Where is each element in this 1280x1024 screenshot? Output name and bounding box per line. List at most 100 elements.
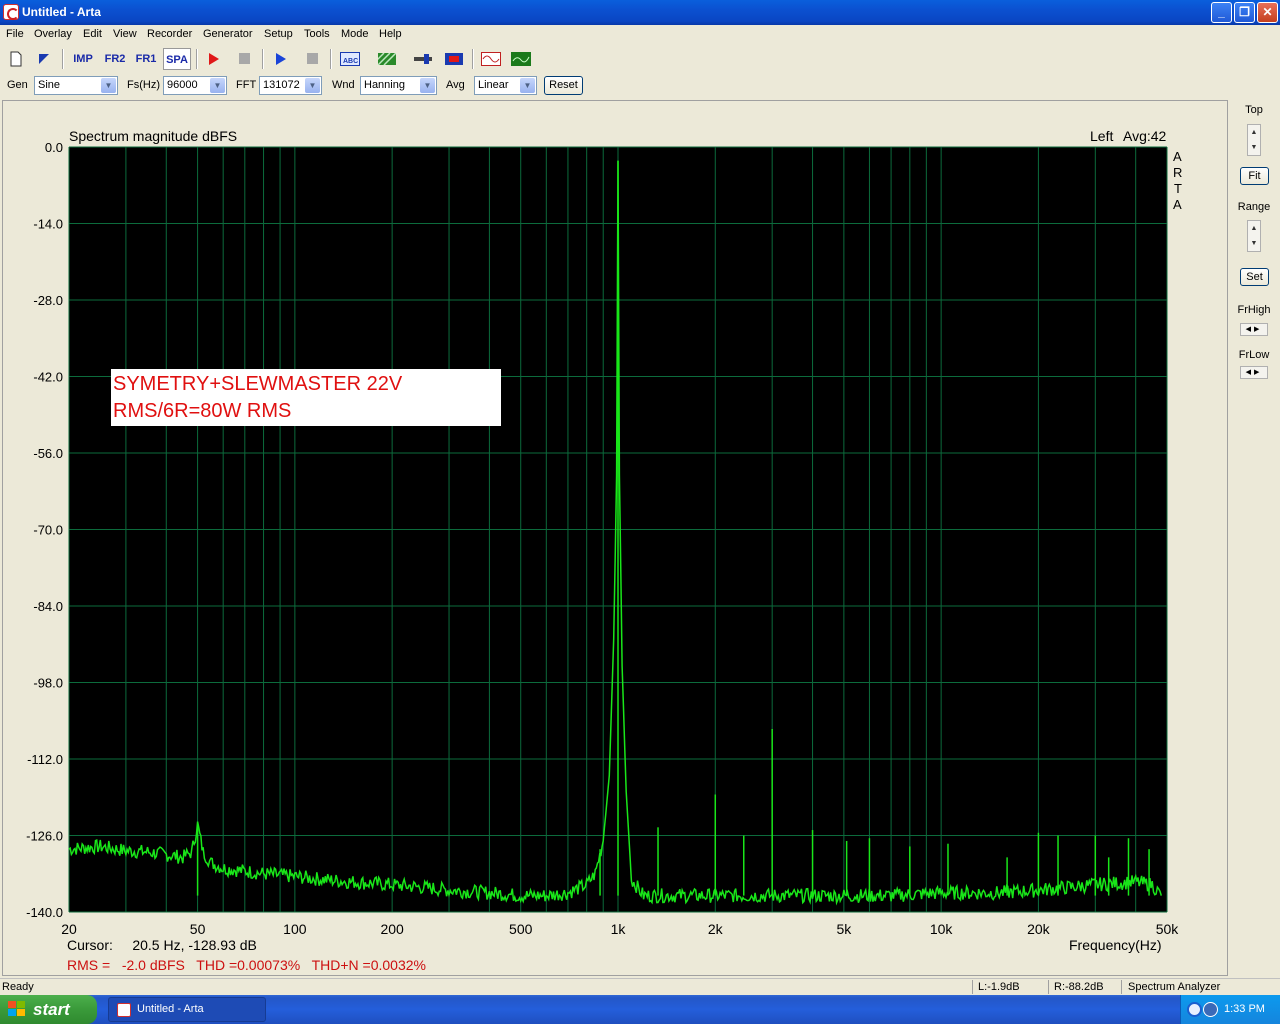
chart-title: Spectrum magnitude dBFS [69,128,237,144]
fr1-mode-button[interactable]: FR1 [133,48,159,70]
y-tick-label: -126.0 [26,829,63,844]
chevron-down-icon[interactable]: ▼ [1248,140,1260,155]
chevron-down-icon[interactable]: ▼ [101,78,116,93]
y-tick-label: -70.0 [33,523,63,538]
cursor-readout: Cursor: 20.5 Hz, -128.93 dB [67,937,257,953]
gen-label: Gen [7,79,28,91]
y-tick-label: -140.0 [26,905,63,920]
menu-edit[interactable]: Edit [83,28,102,40]
menu-overlay[interactable]: Overlay [34,28,72,40]
fr2-mode-button[interactable]: FR2 [102,48,128,70]
y-tick-label: -42.0 [33,370,63,385]
maximize-button[interactable]: ❐ [1234,2,1255,23]
y-tick-label: -28.0 [33,293,63,308]
set-button[interactable]: Set [1240,268,1269,286]
security-icon[interactable] [1203,1002,1218,1017]
abc-label-icon[interactable]: ABC [338,48,362,70]
arta-app-icon[interactable] [3,4,19,20]
arta-app-icon [117,1003,131,1017]
averaging-select[interactable]: Linear ▼ [474,76,537,95]
slider-icon[interactable] [412,48,434,70]
range-label: Range [1237,201,1271,213]
generator-stop-icon[interactable] [302,48,322,70]
x-tick-label: 20 [61,921,77,937]
menu-view[interactable]: View [113,28,137,40]
level-meter-icon[interactable] [443,48,465,70]
window-title: Untitled - Arta [22,5,101,19]
system-tray: 1:33 PM [1180,995,1280,1024]
top-spinner[interactable]: ▲ ▼ [1247,124,1261,156]
status-message: Ready [2,981,34,993]
status-bar: Ready L:-1.9dB R:-88.2dB Spectrum Analyz… [0,978,1280,995]
frlow-arrows[interactable]: ◀▶ [1240,366,1268,379]
chevron-down-icon[interactable]: ▼ [520,78,535,93]
spectrum-view-icon[interactable] [510,48,532,70]
right-level: R:-88.2dB [1054,981,1104,993]
settings-toolbar: Gen Sine ▼ Fs(Hz) 96000 ▼ FFT 131072 ▼ W… [0,72,1280,98]
y-tick-label: -14.0 [33,217,63,232]
clock: 1:33 PM [1224,1003,1265,1015]
menu-recorder[interactable]: Recorder [147,28,192,40]
minimize-button[interactable]: _ [1211,2,1232,23]
brand-letter: A [1173,197,1182,212]
toolbar-separator [262,49,264,69]
chevron-up-icon[interactable]: ▲ [1248,125,1260,140]
spectrum-chart[interactable]: Spectrum magnitude dBFS Left Avg:42 A R … [3,101,1229,977]
open-file-icon[interactable] [34,48,54,70]
fft-size-select[interactable]: 131072 ▼ [259,76,322,95]
sample-rate-value: 96000 [167,79,198,91]
brand-letter: A [1173,149,1182,164]
taskbar-item-arta[interactable]: Untitled - Arta [108,997,266,1022]
x-tick-label: 1k [611,921,627,937]
taskbar: start Untitled - Arta 1:33 PM [0,995,1280,1024]
oscilloscope-icon[interactable] [480,48,502,70]
sample-rate-select[interactable]: 96000 ▼ [163,76,227,95]
chevron-down-icon[interactable]: ▼ [420,78,435,93]
frhigh-arrows[interactable]: ◀▶ [1240,323,1268,336]
chevron-down-icon[interactable]: ▼ [210,78,225,93]
start-button[interactable]: start [0,995,97,1024]
record-play-icon[interactable] [204,48,224,70]
chevron-down-icon[interactable]: ▼ [305,78,320,93]
chevron-down-icon[interactable]: ▼ [1248,236,1260,251]
menu-setup[interactable]: Setup [264,28,293,40]
hatch-fill-icon[interactable] [371,48,398,70]
reset-button[interactable]: Reset [544,76,583,95]
new-file-icon[interactable] [6,48,26,70]
menu-help[interactable]: Help [379,28,402,40]
brand-letter: R [1173,165,1182,180]
x-tick-label: 10k [930,921,954,937]
y-tick-label: -56.0 [33,446,63,461]
generator-select[interactable]: Sine ▼ [34,76,118,95]
spectrum-mode-button[interactable]: SPA [163,48,191,70]
chevron-up-icon[interactable]: ▲ [1248,221,1260,236]
record-stop-icon[interactable] [234,48,254,70]
mode-indicator: Spectrum Analyzer [1128,981,1221,993]
x-tick-label: 20k [1027,921,1051,937]
generator-select-value: Sine [38,79,61,91]
x-tick-label: 50k [1156,921,1180,937]
y-tick-label: 0.0 [45,140,63,155]
fit-button[interactable]: Fit [1240,167,1269,185]
brand-letter: T [1174,181,1182,196]
svg-text:ABC: ABC [343,58,358,65]
y-axis-ticks: 0.0 -14.0 -28.0 -42.0 -56.0 -70.0 -84.0 -98.0 -1… [26,140,63,920]
averaging-select-value: Linear [478,79,509,91]
generator-play-icon[interactable] [271,48,291,70]
close-button[interactable]: ✕ [1257,2,1278,23]
toolbar-separator [330,49,332,69]
toolbar-separator [62,49,64,69]
menu-tools[interactable]: Tools [304,28,330,40]
menu-file[interactable]: File [6,28,24,40]
y-tick-label: -98.0 [33,676,63,691]
main-toolbar: IMP FR2 FR1 SPA ABC [0,45,1280,72]
x-tick-label: 200 [380,921,404,937]
impulse-mode-button[interactable]: IMP [70,48,96,70]
window-select[interactable]: Hanning ▼ [360,76,437,95]
status-separator [972,980,973,994]
network-icon[interactable] [1187,1002,1202,1017]
menu-generator[interactable]: Generator [203,28,253,40]
menu-mode[interactable]: Mode [341,28,369,40]
avg-label: Avg [446,79,465,91]
range-spinner[interactable]: ▲ ▼ [1247,220,1261,252]
